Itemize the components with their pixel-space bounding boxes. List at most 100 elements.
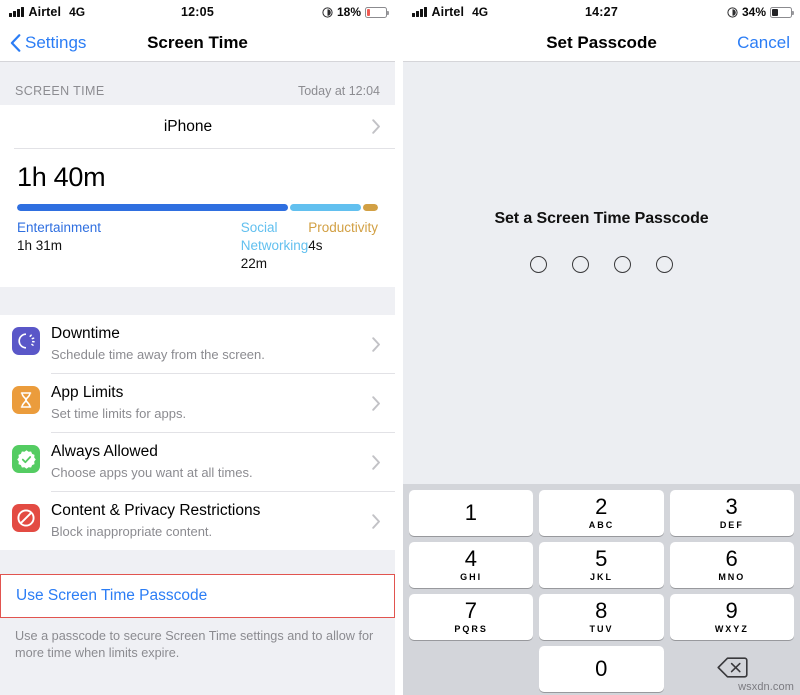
- passcode-dots: [403, 256, 800, 273]
- settings-row-title: Downtime: [51, 325, 120, 342]
- keypad-key-number: 9: [725, 598, 739, 623]
- settings-row-text: Content & Privacy Restrictions Block inap…: [40, 501, 372, 541]
- left-phone-screen: Airtel 4G 12:05 18% Settings Screen Time: [0, 0, 395, 695]
- keypad-key-number: 2: [595, 494, 608, 519]
- chevron-right-icon: [372, 513, 381, 529]
- usage-category-value: 22m: [240, 256, 267, 271]
- carrier-label: Airtel: [431, 5, 465, 19]
- usage-bar-segment: [363, 204, 378, 211]
- numeric-keypad: 1 2 ABC 3 DEF 4 GHI 5 JKL 6 MNO 7 PQRS 8 TUV 9 WXYZ 0: [403, 484, 800, 695]
- downtime-icon: [12, 327, 40, 355]
- settings-row-text: Always Allowed Choose apps you want at al…: [40, 442, 372, 482]
- keypad-key-4[interactable]: 4 GHI: [409, 542, 534, 588]
- set-passcode-content: Set a Screen Time Passcode 1 2 ABC 3 DEF 4 GHI…: [403, 62, 800, 695]
- keypad-key-0[interactable]: 0: [539, 646, 664, 692]
- panel-divider: [395, 0, 403, 695]
- keypad-key-number: 6: [725, 546, 739, 571]
- keypad-key-3[interactable]: 3 DEF: [669, 490, 794, 536]
- right-status-right: 34%: [727, 5, 794, 19]
- usage-category-label: Productivity: [308, 220, 378, 235]
- section-header-label: SCREEN TIME: [15, 84, 105, 98]
- settings-row-text: Downtime Schedule time away from the scre…: [40, 324, 372, 364]
- settings-row-title: Content & Privacy Restrictions: [51, 502, 261, 519]
- keypad-key-number: 5: [595, 546, 608, 571]
- usage-legend-item: Productivity 4s: [308, 219, 378, 273]
- keypad-row: 7 PQRS 8 TUV 9 WXYZ: [409, 594, 794, 640]
- settings-row-title: App Limits: [51, 384, 124, 401]
- right-nav-bar: Set Passcode Cancel: [403, 24, 800, 62]
- chevron-right-icon: [372, 119, 381, 134]
- section-header-timestamp: Today at 12:04: [297, 84, 380, 98]
- rotation-lock-icon: [727, 6, 738, 18]
- settings-row-text: App Limits Set time limits for apps.: [40, 383, 372, 423]
- keypad-key-letters: PQRS: [454, 624, 488, 634]
- device-row-iphone[interactable]: iPhone: [0, 105, 395, 148]
- screenshot-root: Airtel 4G 12:05 18% Settings Screen Time: [0, 0, 800, 695]
- keypad-key-5[interactable]: 5 JKL: [539, 542, 664, 588]
- network-type-label: 4G: [472, 5, 489, 19]
- keypad-key-6[interactable]: 6 MNO: [669, 542, 794, 588]
- usage-legend-item: Social Networking 22m: [241, 219, 309, 273]
- no-entry-icon: [12, 504, 40, 532]
- keypad-key-8[interactable]: 8 TUV: [539, 594, 664, 640]
- back-button-settings[interactable]: Settings: [10, 33, 86, 53]
- keypad-key-1[interactable]: 1: [409, 490, 534, 536]
- battery-icon: [365, 6, 389, 18]
- settings-row-subtitle: Set time limits for apps.: [51, 406, 187, 421]
- settings-row-app-limits[interactable]: App Limits Set time limits for apps.: [0, 374, 395, 432]
- checkmark-badge-icon: [12, 445, 40, 473]
- passcode-dot: [530, 256, 547, 273]
- keypad-key-number: 7: [464, 598, 478, 623]
- use-screen-time-passcode-highlight: Use Screen Time Passcode: [0, 574, 395, 618]
- settings-row-subtitle: Block inappropriate content.: [51, 524, 213, 539]
- keypad-key-letters: GHI: [460, 572, 483, 582]
- keypad-blank: [409, 646, 533, 692]
- chevron-right-icon: [372, 336, 381, 352]
- usage-legend: Entertainment 1h 31m Social Networking 22m P…: [17, 219, 378, 273]
- signal-bars-icon: [412, 7, 427, 17]
- keypad-key-7[interactable]: 7 PQRS: [409, 594, 534, 640]
- usage-bar-segment: [290, 204, 362, 211]
- usage-category-label: Social Networking: [240, 220, 309, 253]
- settings-row-always-allowed[interactable]: Always Allowed Choose apps you want at al…: [0, 433, 395, 491]
- keypad-key-letters: TUV: [589, 624, 614, 634]
- screen-time-content: SCREEN TIME Today at 12:04 iPhone 1h 40m…: [0, 62, 395, 695]
- usage-category-value: 4s: [308, 238, 323, 253]
- cancel-button[interactable]: Cancel: [737, 33, 790, 53]
- settings-row-subtitle: Schedule time away from the screen.: [51, 347, 265, 362]
- keypad-row: 0: [409, 646, 794, 692]
- passcode-prompt-label: Set a Screen Time Passcode: [494, 210, 709, 227]
- battery-icon: [770, 6, 794, 18]
- use-screen-time-passcode-label: Use Screen Time Passcode: [16, 587, 208, 604]
- keypad-key-9[interactable]: 9 WXYZ: [669, 594, 794, 640]
- left-status-bar: Airtel 4G 12:05 18%: [0, 0, 395, 24]
- keypad-key-number: 4: [464, 546, 478, 571]
- keypad-key-letters: DEF: [719, 520, 744, 530]
- battery-percent-label: 18%: [336, 5, 361, 19]
- section-header-screen-time: SCREEN TIME Today at 12:04: [0, 62, 395, 105]
- use-screen-time-passcode-button[interactable]: Use Screen Time Passcode: [1, 575, 394, 617]
- battery-percent-label: 34%: [741, 5, 766, 19]
- usage-summary: 1h 40m Entertainment 1h 31m Social Network…: [0, 149, 395, 287]
- left-status-left: Airtel 4G: [9, 5, 85, 19]
- chevron-right-icon: [372, 454, 381, 470]
- settings-row-downtime[interactable]: Downtime Schedule time away from the scre…: [0, 315, 395, 373]
- right-phone-screen: Airtel 4G 14:27 34% Set Passcode Cancel …: [403, 0, 800, 695]
- usage-legend-item: Entertainment 1h 31m: [17, 219, 241, 273]
- keypad-key-letters: MNO: [718, 572, 746, 582]
- keypad-key-letters: JKL: [589, 572, 613, 582]
- left-nav-bar: Settings Screen Time: [0, 24, 395, 62]
- settings-row-subtitle: Choose apps you want at all times.: [51, 465, 253, 480]
- passcode-prompt-area: Set a Screen Time Passcode: [403, 62, 800, 273]
- section-gap-2: [0, 550, 395, 574]
- keypad-key-number: 0: [595, 656, 608, 681]
- chevron-right-icon: [372, 395, 381, 411]
- backspace-icon: [716, 656, 748, 683]
- usage-category-label: Entertainment: [17, 220, 102, 235]
- settings-row-content-privacy-restrictions[interactable]: Content & Privacy Restrictions Block inap…: [0, 492, 395, 550]
- usage-bar-segment: [17, 204, 289, 211]
- usage-bar-chart: [17, 204, 378, 211]
- keypad-key-letters: ABC: [588, 520, 615, 530]
- watermark: wsxdn.com: [738, 681, 794, 693]
- keypad-key-2[interactable]: 2 ABC: [539, 490, 664, 536]
